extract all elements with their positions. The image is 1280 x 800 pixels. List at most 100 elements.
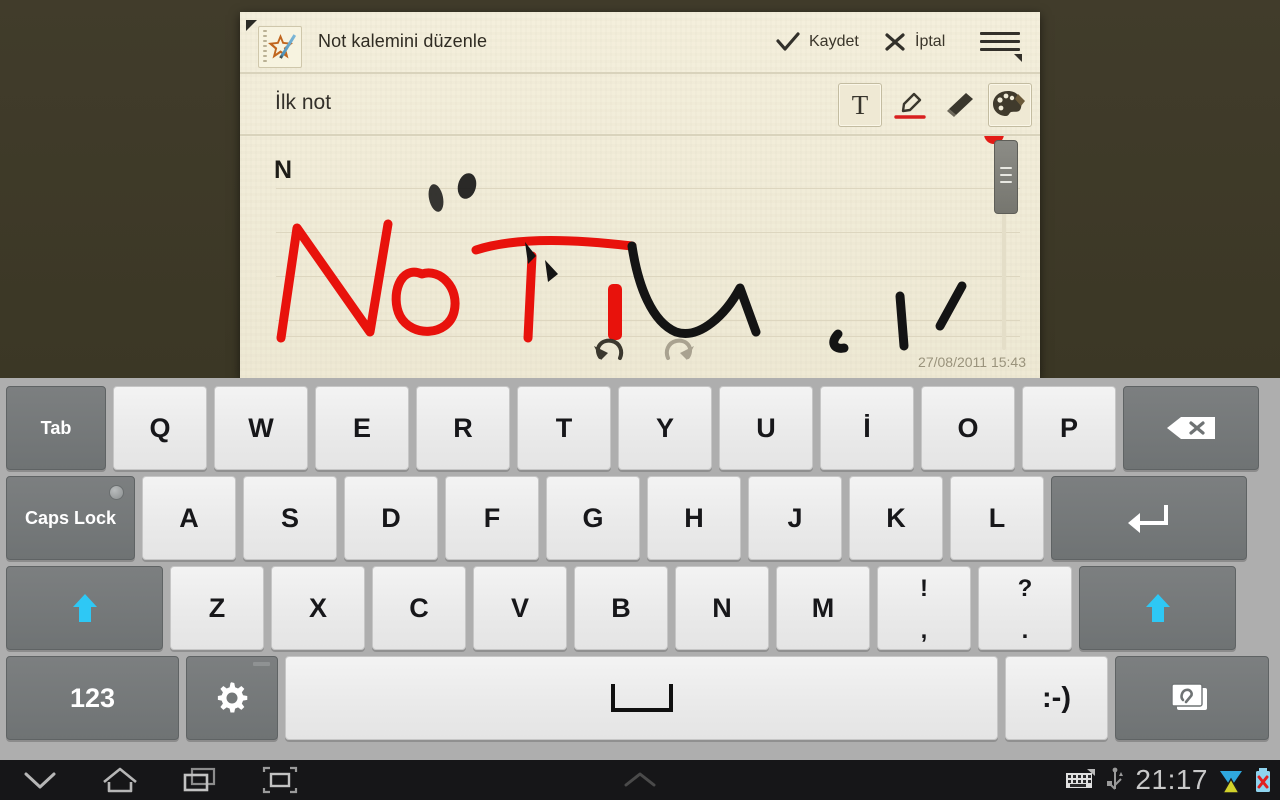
cancel-button[interactable]: İptal [884, 32, 945, 52]
nav-screenshot[interactable] [240, 760, 320, 800]
note-canvas[interactable]: N 27/08/2011 15:43 [240, 136, 1040, 378]
text-tool-button[interactable]: T [838, 83, 882, 127]
caps-lock-led-icon [109, 485, 124, 500]
undo-button[interactable] [588, 333, 628, 374]
hamburger-menu-icon[interactable] [980, 32, 1024, 62]
key-label: P [1059, 412, 1078, 443]
key-label: J [787, 502, 803, 533]
key-u[interactable]: U [719, 386, 813, 470]
status-icons: 21:17 [1065, 760, 1272, 800]
key-y[interactable]: Y [618, 386, 712, 470]
key-t[interactable]: T [517, 386, 611, 470]
chevron-down-icon [24, 772, 56, 789]
key-label: Tab [40, 417, 72, 438]
undo-arrow-icon [594, 338, 624, 360]
tablet-screen: Not kalemini düzenle Kaydet İptal İlk no… [0, 0, 1280, 800]
save-label: Kaydet [809, 33, 859, 50]
pen-tool-button[interactable] [888, 83, 932, 127]
key-label: B [611, 592, 631, 623]
key-l[interactable]: L [950, 476, 1044, 560]
key-m[interactable]: M [776, 566, 870, 650]
nav-home[interactable] [80, 760, 160, 800]
key-label: O [957, 412, 979, 443]
key-exclamation-comma[interactable]: ! , [877, 566, 971, 650]
nav-back[interactable] [0, 760, 80, 800]
key-z[interactable]: Z [170, 566, 264, 650]
key-i-dotted[interactable]: İ [820, 386, 914, 470]
space-bar-icon [610, 684, 673, 712]
key-label: L [988, 502, 1006, 533]
key-label: X [308, 592, 327, 623]
notebook-rings [263, 30, 268, 64]
x-icon [885, 33, 905, 51]
key-p[interactable]: P [1022, 386, 1116, 470]
keyboard-row-4: 123 :-) [0, 656, 1280, 740]
key-enter[interactable] [1051, 476, 1247, 560]
nav-recents[interactable] [160, 760, 240, 800]
key-caps-lock[interactable]: Caps Lock [6, 476, 135, 560]
key-emoticon[interactable]: :-) [1005, 656, 1108, 740]
key-k[interactable]: K [849, 476, 943, 560]
key-e[interactable]: E [315, 386, 409, 470]
key-shift-right[interactable] [1079, 566, 1236, 650]
redo-button[interactable] [660, 333, 700, 374]
scrollbar-thumb[interactable] [994, 140, 1018, 214]
key-space[interactable] [285, 656, 998, 740]
note-pencil-icon [258, 26, 302, 68]
key-g[interactable]: G [546, 476, 640, 560]
keyboard-icon [1066, 769, 1096, 788]
keyboard-row-3: Z X C V B N M ! , ? . [0, 566, 1280, 650]
battery-error-icon [1256, 768, 1270, 792]
keyboard-row-1: Tab Q W E R T Y U İ O P [0, 386, 1280, 470]
key-label: A [179, 502, 199, 533]
key-tab[interactable]: Tab [6, 386, 106, 470]
onscreen-keyboard: Tab Q W E R T Y U İ O P Caps Lock A S D … [0, 378, 1280, 760]
key-question-period[interactable]: ? . [978, 566, 1072, 650]
key-q[interactable]: Q [113, 386, 207, 470]
key-h[interactable]: H [647, 476, 741, 560]
tool-button-group: T [838, 83, 1032, 127]
key-j[interactable]: J [748, 476, 842, 560]
key-f[interactable]: F [445, 476, 539, 560]
key-numeric-123[interactable]: 123 [6, 656, 179, 740]
cancel-label: İptal [915, 33, 946, 50]
key-r[interactable]: R [416, 386, 510, 470]
note-title: İlk not [275, 91, 332, 114]
key-o[interactable]: O [921, 386, 1015, 470]
key-label: N [712, 592, 732, 623]
key-label: T [555, 412, 573, 443]
eraser-tool-button[interactable] [938, 83, 982, 127]
key-x[interactable]: X [271, 566, 365, 650]
key-v[interactable]: V [473, 566, 567, 650]
key-s[interactable]: S [243, 476, 337, 560]
palette-tool-button[interactable] [988, 83, 1032, 127]
key-attachment[interactable] [1115, 656, 1269, 740]
key-label: :-) [1042, 681, 1071, 714]
key-label: 123 [69, 682, 116, 713]
key-settings[interactable] [186, 656, 278, 740]
eraser-icon [947, 93, 973, 117]
key-b[interactable]: B [574, 566, 668, 650]
key-shift-left[interactable] [6, 566, 163, 650]
key-label: H [684, 502, 704, 533]
note-timestamp: 27/08/2011 15:43 [918, 354, 1026, 370]
key-label: M [811, 592, 835, 623]
key-upper-label: ! [920, 575, 928, 602]
key-n[interactable]: N [675, 566, 769, 650]
key-label: Z [208, 592, 226, 623]
backspace-icon [1167, 417, 1215, 439]
corner-marker [246, 20, 257, 31]
usb-icon [1107, 767, 1124, 790]
hide-keyboard-button[interactable] [600, 760, 680, 800]
key-d[interactable]: D [344, 476, 438, 560]
save-button[interactable]: Kaydet [776, 32, 859, 52]
note-editor-window: Not kalemini düzenle Kaydet İptal İlk no… [240, 12, 1040, 378]
key-c[interactable]: C [372, 566, 466, 650]
key-a[interactable]: A [142, 476, 236, 560]
screenshot-frame-icon [262, 766, 298, 794]
key-backspace[interactable] [1123, 386, 1259, 470]
key-label: V [510, 592, 529, 623]
recents-windows-icon [183, 767, 216, 792]
key-label: S [280, 502, 299, 533]
key-w[interactable]: W [214, 386, 308, 470]
